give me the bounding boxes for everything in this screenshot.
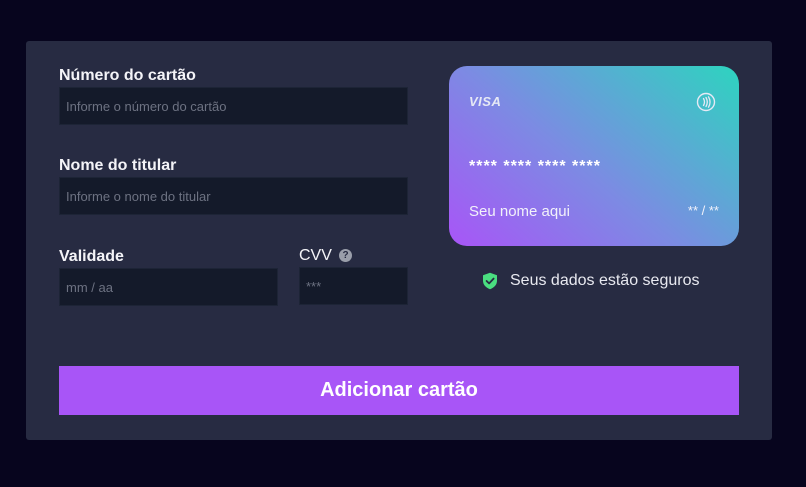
- holder-name-label: Nome do titular: [59, 157, 177, 174]
- card-preview-expiry: ** / **: [687, 203, 719, 218]
- card-preview-number: **** **** **** ****: [469, 158, 601, 175]
- cvv-input[interactable]: [299, 267, 408, 305]
- expiry-label: Validade: [59, 248, 124, 265]
- card-number-input[interactable]: [59, 87, 408, 125]
- expiry-input[interactable]: [59, 268, 278, 306]
- security-text: Seus dados estão seguros: [510, 272, 700, 289]
- card-preview-holder: Seu nome aqui: [469, 203, 570, 220]
- holder-name-input[interactable]: [59, 177, 408, 215]
- cvv-label: CVV: [299, 247, 332, 264]
- shield-check-icon: [483, 272, 497, 290]
- card-number-label: Número do cartão: [59, 67, 196, 84]
- card-preview: VISA **** **** **** **** Seu nome aqui *…: [449, 66, 739, 246]
- contactless-icon: [696, 92, 716, 112]
- help-icon[interactable]: ?: [339, 249, 352, 262]
- security-note: Seus dados estão seguros: [482, 271, 699, 291]
- add-card-button[interactable]: Adicionar cartão: [59, 366, 739, 415]
- card-brand-logo: VISA: [469, 94, 502, 109]
